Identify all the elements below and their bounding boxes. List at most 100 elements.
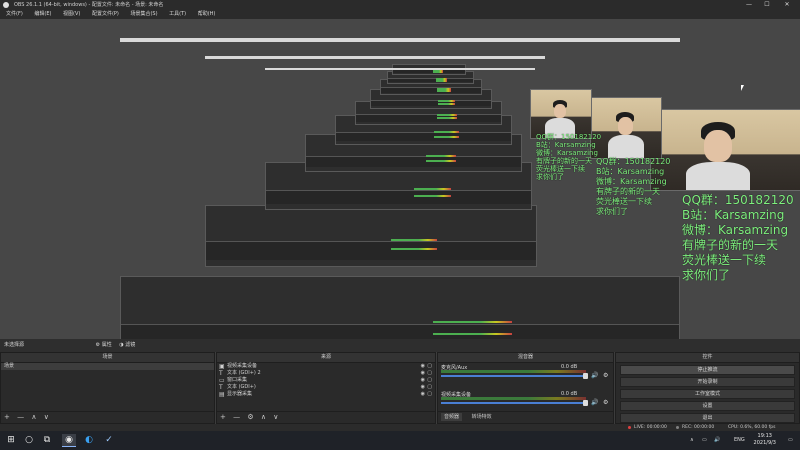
source-label: 文本 (GDI+) 2 xyxy=(227,370,261,376)
scenes-panel: 场景 场景 + — ∧ ∨ xyxy=(0,352,215,424)
camera-icon: ▣ xyxy=(219,363,225,370)
tab-audio-mixer[interactable]: 音频器 xyxy=(441,413,463,421)
source-label: 窗口采集 xyxy=(227,377,248,383)
status-bar: LIVE: 00:00:00 REC: 00:00:00 CPU: 0.6%, … xyxy=(0,424,800,431)
menu-scene-collection[interactable]: 场景集合(S) xyxy=(130,11,157,17)
menu-file[interactable]: 文件(F) xyxy=(6,11,23,17)
search-icon[interactable]: ○ xyxy=(22,434,36,446)
lock-icon[interactable]: ▢ xyxy=(427,377,432,384)
lock-icon[interactable]: ▢ xyxy=(427,384,432,391)
title-bar: OBS 26.1.1 (64-bit, windows) - 配置文件: 未命名… xyxy=(0,0,800,10)
source-item[interactable]: ▤ 显示器采集 ◉ ▢ xyxy=(217,391,435,398)
lock-icon[interactable]: ▢ xyxy=(427,391,432,398)
volume-slider[interactable] xyxy=(441,375,586,377)
sources-header: 来源 xyxy=(217,353,435,363)
recursive-title-strip xyxy=(120,38,680,42)
start-recording-button[interactable]: 开始录制 xyxy=(620,377,795,387)
add-scene-button[interactable]: + xyxy=(4,413,10,421)
visibility-eye-icon[interactable]: ◉ xyxy=(421,384,425,391)
settings-button[interactable]: 设置 xyxy=(620,401,795,411)
lock-icon[interactable]: ▢ xyxy=(427,370,432,377)
source-item[interactable]: T 文本 (GDI+) ◉ ▢ xyxy=(217,384,435,391)
preview-canvas[interactable]: QQ群：150182120 B站：Karsamzing 微博：Karsamzin… xyxy=(0,19,800,339)
network-icon[interactable]: ▭ xyxy=(702,431,707,450)
text-icon: T xyxy=(219,370,223,377)
visibility-eye-icon[interactable]: ◉ xyxy=(421,391,425,398)
properties-button[interactable]: ⚙ 属性 xyxy=(96,342,112,348)
menu-bar: 文件(F) 编辑(E) 视图(V) 配置文件(P) 场景集合(S) 工具(T) … xyxy=(0,10,800,19)
source-item[interactable]: T 文本 (GDI+) 2 ◉ ▢ xyxy=(217,370,435,377)
mixer-track-mic: 麦克风/Aux 0.0 dB 🔊 ⚙ xyxy=(441,364,609,380)
input-language[interactable]: ENG xyxy=(734,431,745,450)
task-view-icon[interactable]: ⧉ xyxy=(40,434,54,446)
studio-mode-button[interactable]: 工作室模式 xyxy=(620,389,795,399)
volume-slider[interactable] xyxy=(441,402,586,404)
overlay-text: QQ群：150182120 B站：Karsamzing 微博：Karsamzin… xyxy=(682,193,794,282)
notification-icon[interactable]: ▭ xyxy=(788,431,793,450)
mixer-panel: 混音器 麦克风/Aux 0.0 dB 🔊 ⚙ 视频采集设备 0.0 dB 🔊 ⚙… xyxy=(437,352,614,424)
obs-taskbar-icon[interactable]: ◉ xyxy=(62,434,76,447)
source-item[interactable]: ▭ 窗口采集 ◉ ▢ xyxy=(217,377,435,384)
recursive-title-strip xyxy=(265,68,535,70)
stop-streaming-button[interactable]: 停止推流 xyxy=(620,365,795,375)
close-button[interactable]: ✕ xyxy=(780,0,794,10)
volume-meter xyxy=(441,370,586,373)
move-scene-up-button[interactable]: ∧ xyxy=(31,413,36,421)
windows-taskbar: ⊞ ○ ⧉ ◉ ◐ ✓ ∧ ▭ 🔊 ENG 19:13 2021/9/3 ▭ xyxy=(0,431,800,450)
source-label: 视频采集设备 xyxy=(227,363,258,369)
windows-start-icon[interactable]: ⊞ xyxy=(4,434,18,446)
lock-icon[interactable]: ▢ xyxy=(427,363,432,370)
menu-help[interactable]: 帮助(H) xyxy=(198,11,216,17)
mouse-cursor-icon xyxy=(741,85,744,91)
controls-panel: 控件 停止推流 开始录制 工作室模式 设置 退出 xyxy=(615,352,800,424)
tray-overflow-icon[interactable]: ∧ xyxy=(690,431,694,450)
webcam-feed-recursive-2 xyxy=(530,89,592,139)
move-scene-down-button[interactable]: ∨ xyxy=(44,413,49,421)
overlay-text-recursive-2: QQ群：150182120 B站：Karsamzing 微博：Karsamzin… xyxy=(536,133,602,181)
minimize-button[interactable]: — xyxy=(742,0,756,10)
menu-profile[interactable]: 配置文件(P) xyxy=(92,11,119,17)
maximize-button[interactable]: ☐ xyxy=(760,0,774,10)
gear-icon[interactable]: ⚙ xyxy=(603,372,608,379)
visibility-eye-icon[interactable]: ◉ xyxy=(421,363,425,370)
edge-browser-icon[interactable]: ◐ xyxy=(82,434,96,446)
clock-date: 2021/9/3 xyxy=(753,440,776,446)
scenes-toolbar: + — ∧ ∨ xyxy=(1,411,214,423)
taskbar-clock[interactable]: 19:13 2021/9/3 xyxy=(754,433,776,447)
tab-transitions[interactable]: 转场特效 xyxy=(469,413,495,421)
visibility-eye-icon[interactable]: ◉ xyxy=(421,377,425,384)
exit-button[interactable]: 退出 xyxy=(620,413,795,423)
scene-item[interactable]: 场景 xyxy=(1,363,214,370)
live-time: LIVE: 00:00:00 xyxy=(634,425,667,430)
source-toolbar: 未选择源 ⚙ 属性 ◑ 滤镜 xyxy=(0,339,800,352)
overlay-text-recursive: QQ群：150182120 B站：Karsamzing 微博：Karsamzin… xyxy=(596,157,671,216)
source-item[interactable]: ▣ 视频采集设备 ◉ ▢ xyxy=(217,363,435,370)
volume-slider-handle[interactable] xyxy=(583,400,588,406)
sources-panel: 来源 ▣ 视频采集设备 ◉ ▢ T 文本 (GDI+) 2 ◉ ▢ ▭ 窗口采集 ◉ ▢ T 文本 (GD… xyxy=(216,352,436,424)
rec-time: REC: 00:00:00 xyxy=(682,425,715,430)
volume-slider-handle[interactable] xyxy=(583,373,588,379)
speaker-icon[interactable]: 🔊 xyxy=(591,372,598,379)
menu-tools[interactable]: 工具(T) xyxy=(169,11,186,17)
remove-scene-button[interactable]: — xyxy=(17,413,24,421)
visibility-eye-icon[interactable]: ◉ xyxy=(421,370,425,377)
steam-icon[interactable]: ✓ xyxy=(102,434,116,446)
volume-meter xyxy=(441,397,586,400)
sources-toolbar: + — ⚙ ∧ ∨ xyxy=(217,411,435,423)
scenes-header: 场景 xyxy=(1,353,214,363)
gear-icon[interactable]: ⚙ xyxy=(603,399,608,406)
menu-view[interactable]: 视图(V) xyxy=(63,11,80,17)
move-source-down-button[interactable]: ∨ xyxy=(273,413,278,421)
speaker-icon[interactable]: 🔊 xyxy=(591,399,598,406)
no-source-label: 未选择源 xyxy=(4,342,25,348)
mixer-track-video: 视频采集设备 0.0 dB 🔊 ⚙ xyxy=(441,391,609,407)
source-settings-button[interactable]: ⚙ xyxy=(247,413,253,421)
add-source-button[interactable]: + xyxy=(220,413,226,421)
move-source-up-button[interactable]: ∧ xyxy=(261,413,266,421)
rec-indicator-icon xyxy=(676,426,679,429)
menu-edit[interactable]: 编辑(E) xyxy=(34,11,51,17)
filters-button[interactable]: ◑ 滤镜 xyxy=(119,342,135,348)
remove-source-button[interactable]: — xyxy=(233,413,240,421)
volume-icon[interactable]: 🔊 xyxy=(714,431,720,450)
clock-time: 19:13 xyxy=(757,433,772,439)
